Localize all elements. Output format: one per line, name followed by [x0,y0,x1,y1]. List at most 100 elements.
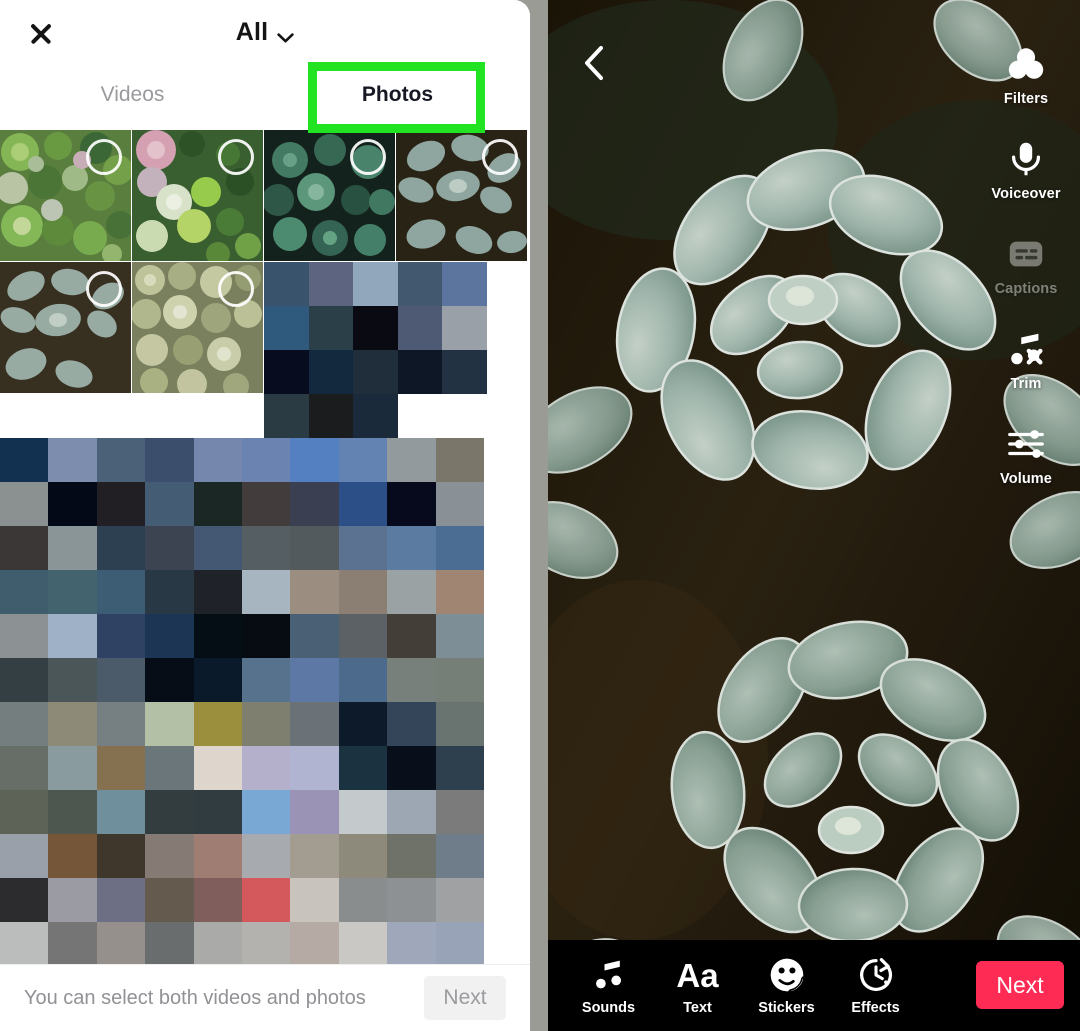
effects-clock-icon [858,955,894,995]
mosaic-block [264,350,309,394]
mosaic-block [96,922,146,965]
mosaic-block [0,482,49,526]
mosaic-block [145,438,194,482]
mosaic-block [145,922,194,965]
thumbnail-select-circle[interactable] [350,139,386,175]
mosaic-filler-row[interactable] [264,262,530,438]
thumbnail-select-circle[interactable] [482,139,518,175]
picker-footer: You can select both videos and photos Ne… [0,964,530,1031]
back-chevron-icon[interactable] [580,44,610,82]
mosaic-block [145,878,194,922]
mosaic-block [0,746,49,790]
mosaic-block [193,482,242,526]
mosaic-block [338,614,388,658]
thumbnail-select-circle[interactable] [218,271,254,307]
thumbnail-succulent-pink-rosette[interactable] [132,130,263,261]
thumbnail-succulent-garden-bright[interactable] [0,130,131,261]
tab-videos-label: Videos [100,83,165,106]
mosaic-block [290,526,339,570]
rail-item-voiceover[interactable]: Voiceover [991,137,1060,202]
mosaic-block [241,790,291,834]
mosaic-block [387,438,436,482]
mosaic-block [264,394,309,438]
mosaic-block [353,262,398,306]
mosaic-block [96,570,146,614]
text-aa-icon: Aa [676,956,719,994]
mosaic-block [193,746,242,790]
thumbnail-row [0,130,530,262]
music-note-x-icon [1004,327,1048,371]
mosaic-block [96,658,146,702]
panel-gutter [530,0,548,1031]
mosaic-block [387,922,436,965]
toolbar-label-stickers: Stickers [758,1000,815,1016]
mosaic-block [353,306,398,350]
mosaic-block [96,702,146,746]
selection-hint: You can select both videos and photos [24,986,366,1009]
mosaic-block [48,702,97,746]
tab-photos[interactable]: Photos [265,60,530,130]
thumbnail-succulent-dark-green-cluster[interactable] [264,130,395,261]
toolbar-label-text: Text [683,1000,712,1016]
mosaic-block [193,878,242,922]
thumbnail-succulent-pale-cluster[interactable] [132,262,263,393]
mosaic-block [0,438,49,482]
mosaic-block [435,526,484,570]
thumbnail-select-circle[interactable] [86,271,122,307]
pixelated-media-region[interactable] [0,438,530,965]
mosaic-block [48,614,97,658]
mosaic-block [338,482,388,526]
tab-videos[interactable]: Videos [0,60,265,130]
rail-item-volume[interactable]: Volume [1000,422,1052,487]
thumbnail-succulent-blue-echeveria[interactable] [396,130,527,261]
mosaic-block [193,526,242,570]
mosaic-block [241,878,291,922]
thumbnail-select-circle[interactable] [86,139,122,175]
mosaic-block [193,702,242,746]
thumbnail-row [0,262,530,438]
toolbar-item-sounds[interactable]: Sounds [564,955,653,1016]
mosaic-block [338,658,388,702]
picker-next-button[interactable]: Next [424,976,506,1020]
album-selector[interactable]: All [0,18,530,47]
mosaic-block [241,922,291,965]
toolbar-label-effects: Effects [851,1000,900,1016]
toolbar-item-effects[interactable]: Effects [831,955,920,1016]
thumbnail-succulent-grey-echeveria[interactable] [0,262,131,393]
mosaic-block [193,614,242,658]
rail-item-trim[interactable]: Trim [1004,327,1048,392]
mosaic-block [435,482,484,526]
mosaic-block [387,702,436,746]
mosaic-block [145,614,194,658]
toolbar-item-stickers[interactable]: Stickers [742,955,831,1016]
mosaic-block [435,746,484,790]
mosaic-block [96,438,146,482]
thumbnail-select-circle[interactable] [218,139,254,175]
rail-item-filters[interactable]: Filters [1004,42,1048,107]
chevron-down-icon [277,30,294,42]
mosaic-block [241,834,291,878]
mosaic-block [0,878,49,922]
mosaic-block [387,482,436,526]
editor-next-button[interactable]: Next [976,961,1064,1009]
media-grid[interactable] [0,130,530,965]
mosaic-block [435,438,484,482]
mosaic-block [145,702,194,746]
mosaic-block [387,614,436,658]
mosaic-block [145,570,194,614]
app-screen: All Videos Photos You can select both vi… [0,0,1080,1031]
toolbar-item-text[interactable]: Aa Text [653,955,742,1017]
mosaic-block [338,834,388,878]
mosaic-block [387,790,436,834]
mosaic-block [442,350,487,394]
mosaic-block [0,614,49,658]
mosaic-block [48,922,97,965]
captions-icon [1004,232,1048,276]
filters-icon [1004,42,1048,86]
rail-item-captions[interactable]: Captions [995,232,1058,297]
mosaic-block [193,922,242,965]
mosaic-block [435,834,484,878]
mosaic-block [435,570,484,614]
toolbar-label-sounds: Sounds [581,1000,636,1016]
mosaic-block [96,878,146,922]
